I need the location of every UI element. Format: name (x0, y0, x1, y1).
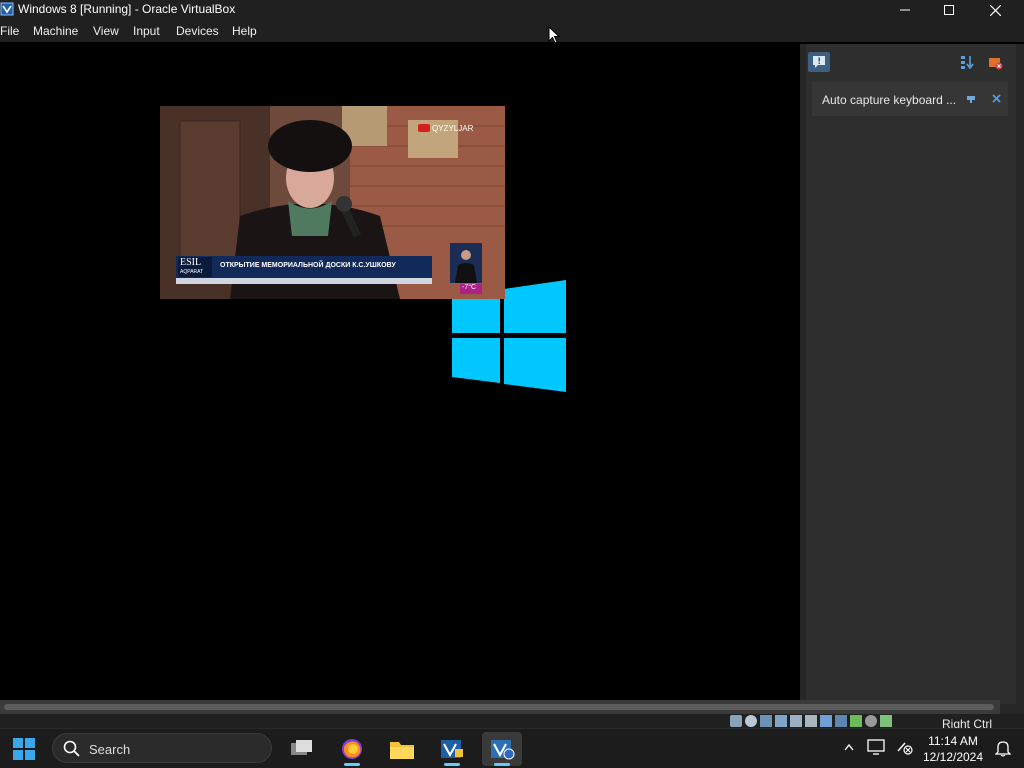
menu-help[interactable]: Help (232, 24, 257, 38)
active-indicator (494, 763, 510, 766)
status-bar: Right Ctrl (0, 714, 1024, 728)
windows-start-icon (13, 738, 35, 760)
search-label: Search (89, 742, 131, 757)
minimize-icon (900, 9, 910, 11)
title-bar: Windows 8 [Running] - Oracle VirtualBox (0, 0, 1024, 20)
network-icon[interactable] (775, 715, 787, 727)
search-box[interactable]: Search (52, 733, 272, 763)
mouse-integration-icon[interactable] (865, 715, 877, 727)
sort-button[interactable] (956, 52, 978, 72)
running-indicator (344, 763, 360, 766)
temperature-label: -7°C (462, 284, 477, 291)
channel-logo: ESIL AQPARAT (178, 257, 212, 277)
dismiss-all-button[interactable] (984, 52, 1006, 72)
task-view-button[interactable] (282, 732, 322, 766)
cpu-icon[interactable] (850, 715, 862, 727)
folder-icon (390, 742, 414, 759)
scrollbar-thumb[interactable] (4, 704, 994, 710)
virtualbox-manager-taskbar-button[interactable] (432, 732, 472, 766)
virtualbox-manager-icon (441, 740, 463, 758)
temperature-badge: -7°C (460, 284, 482, 294)
clock[interactable]: 11:14 AM 12/12/2024 (920, 733, 986, 765)
channel-badge: QYZYLJAR (432, 124, 474, 133)
notification-center: Auto capture keyboard ... (806, 44, 1016, 704)
search-icon (63, 740, 80, 757)
virtualbox-vm-icon (491, 740, 515, 760)
host-key-label: Right Ctrl (942, 717, 993, 728)
recording-icon[interactable] (835, 715, 847, 727)
message-icon (813, 56, 825, 68)
clear-notifications-icon (989, 58, 1003, 70)
audio-icon[interactable] (760, 715, 772, 727)
firefox-taskbar-button[interactable] (332, 732, 372, 766)
channel-logo-line1: ESIL (180, 257, 202, 268)
clock-date: 12/12/2024 (922, 750, 984, 764)
side-panel: Auto capture keyboard ... (800, 44, 1024, 714)
file-explorer-taskbar-button[interactable] (382, 732, 422, 766)
horizontal-scrollbar[interactable] (0, 700, 1000, 714)
close-icon (989, 4, 1001, 16)
menu-view[interactable]: View (93, 24, 119, 38)
taskbar: Search 11:14 AM 12/12/2024 (0, 728, 1024, 768)
menu-bar: File Machine View Input Devices Help (0, 20, 1024, 42)
mouse-cursor-icon (548, 26, 560, 44)
hard-disk-icon[interactable] (730, 715, 742, 727)
maximize-icon (944, 5, 954, 15)
pin-icon[interactable] (966, 94, 976, 104)
close-notification-icon[interactable] (992, 94, 1001, 103)
channel-logo-line2: AQPARAT (180, 269, 204, 275)
interpreter-figure (455, 250, 477, 283)
sign-language-inset (450, 243, 482, 283)
task-view-icon (291, 740, 312, 755)
start-button[interactable] (4, 732, 44, 766)
maximize-button[interactable] (926, 0, 972, 20)
news-ticker (176, 278, 432, 284)
shared-folders-icon[interactable] (805, 715, 817, 727)
firefox-icon (342, 739, 362, 759)
virtualbox-icon (0, 2, 14, 16)
news-caption: ОТКРЫТИЕ МЕМОРИАЛЬНОЙ ДОСКИ К.С.УШКОВУ (220, 262, 396, 269)
network-disconnected-icon[interactable] (896, 739, 914, 755)
video-overlay[interactable]: QYZYLJAR ESIL AQPARAT ОТКРЫТИЕ МЕМОРИАЛЬ… (160, 106, 505, 299)
virtualbox-vm-taskbar-button[interactable] (482, 732, 522, 766)
menu-machine[interactable]: Machine (33, 24, 78, 38)
notification-bell-icon[interactable] (995, 739, 1011, 757)
menu-devices[interactable]: Devices (176, 24, 219, 38)
menu-input[interactable]: Input (133, 24, 160, 38)
running-indicator (444, 763, 460, 766)
optical-drive-icon[interactable] (745, 715, 757, 727)
notification-auto-capture[interactable]: Auto capture keyboard ... (812, 82, 1008, 116)
menu-file[interactable]: File (0, 24, 19, 38)
usb-icon[interactable] (790, 715, 802, 727)
keyboard-capture-icon[interactable] (880, 715, 892, 727)
notification-text: Auto capture keyboard ... (822, 93, 957, 107)
display-settings-icon[interactable] (867, 739, 885, 755)
minimize-button[interactable] (882, 0, 928, 20)
close-button[interactable] (972, 0, 1018, 20)
clock-time: 11:14 AM (928, 734, 978, 748)
notification-center-button[interactable] (808, 52, 830, 72)
sort-icon (961, 56, 974, 70)
show-hidden-icons-chevron-icon[interactable] (844, 743, 854, 751)
display-icon[interactable] (820, 715, 832, 727)
window-title: Windows 8 [Running] - Oracle VirtualBox (18, 2, 236, 16)
